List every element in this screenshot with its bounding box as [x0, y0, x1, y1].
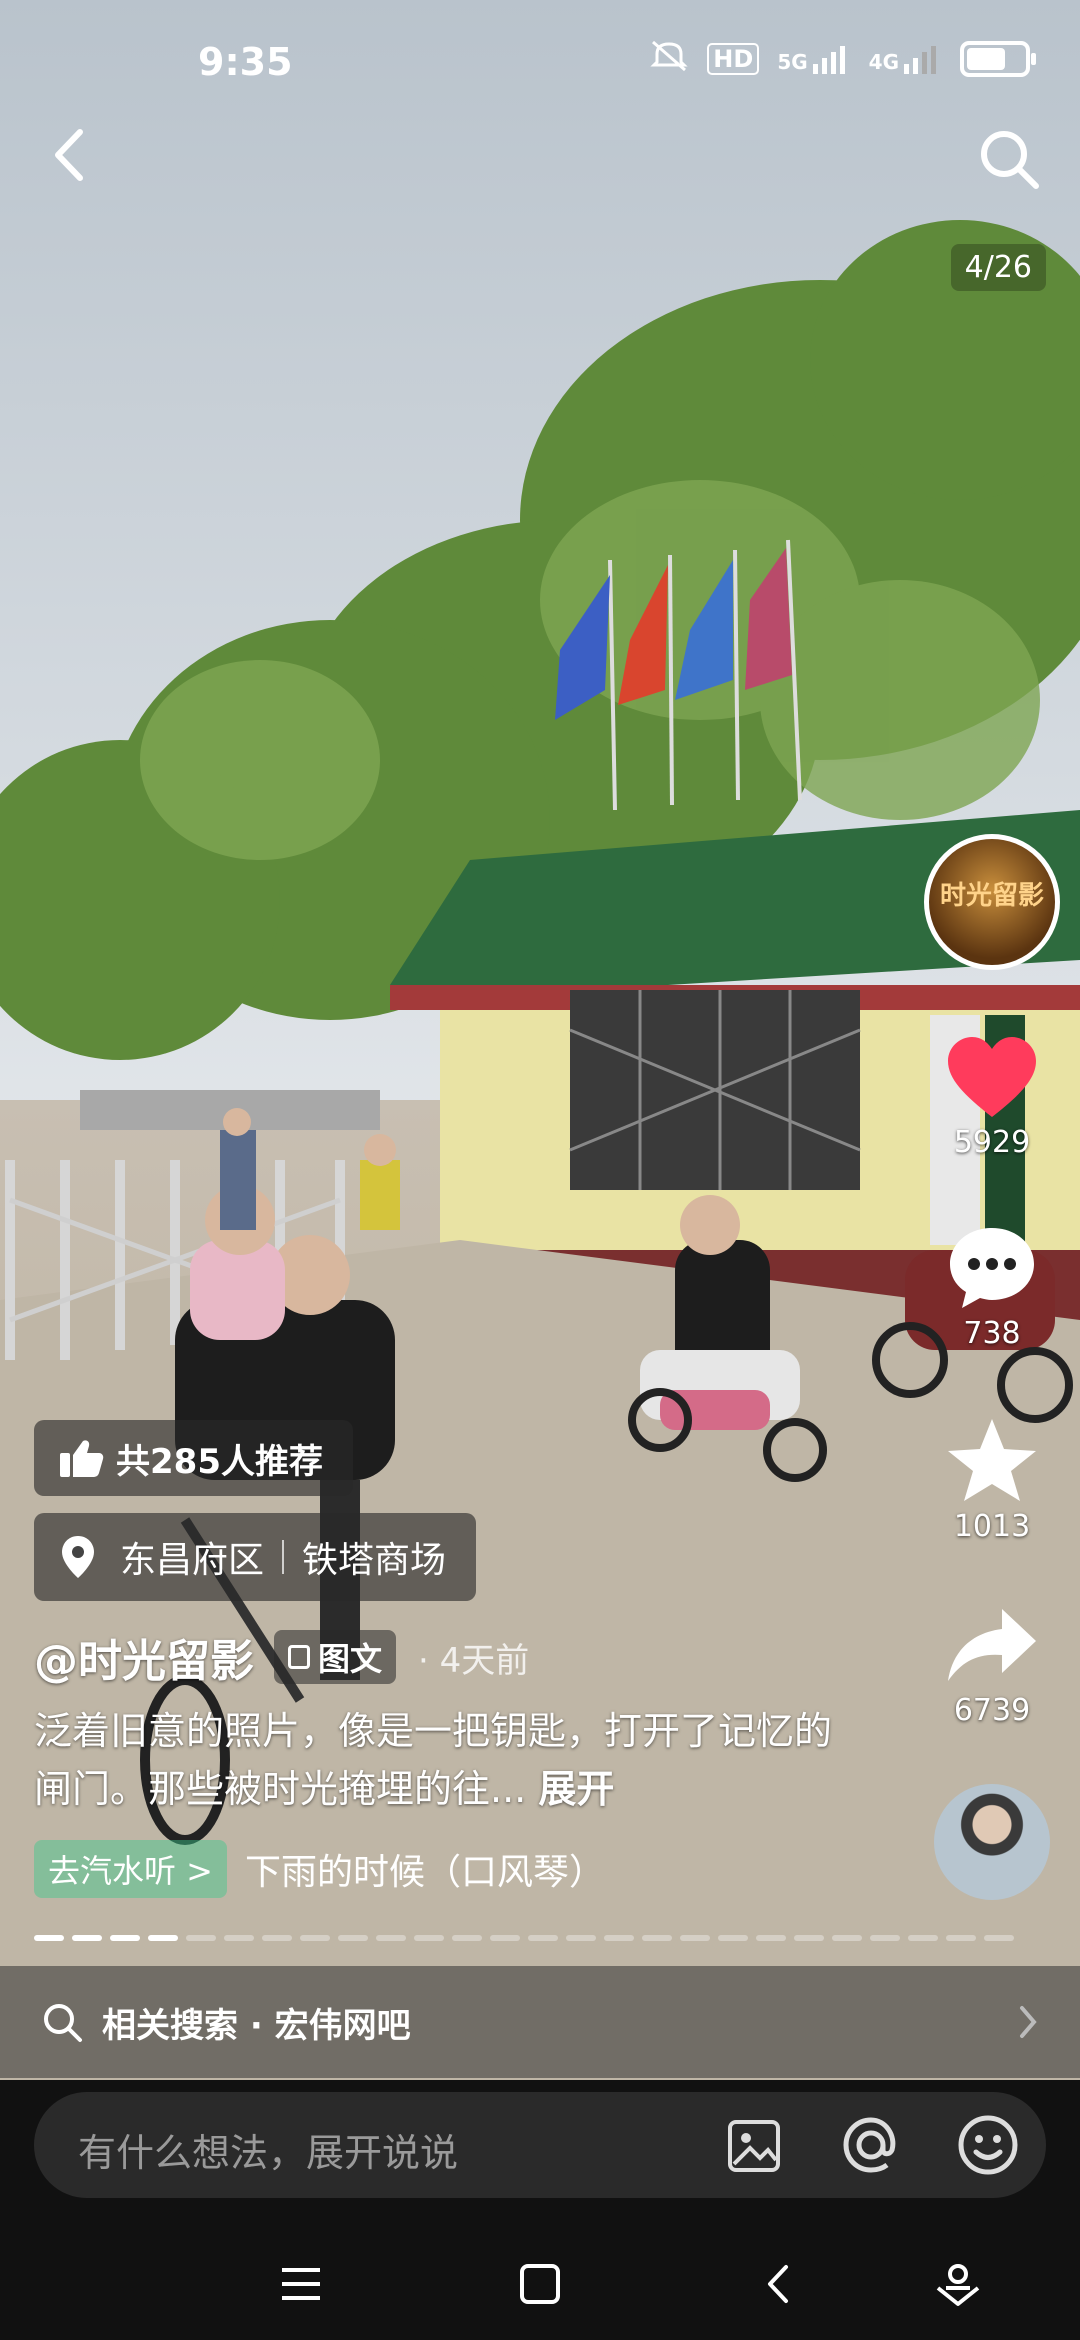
thumbs-up-icon — [60, 1440, 104, 1477]
emoji-icon[interactable] — [956, 2113, 1020, 2177]
related-search-bar[interactable]: 相关搜索 · 宏伟网吧 — [0, 1966, 1080, 2078]
author-name[interactable]: @时光留影 — [34, 1625, 254, 1689]
home-icon[interactable] — [515, 2259, 565, 2309]
pagination-dot — [452, 1935, 482, 1941]
signal-4g: 4G — [869, 44, 942, 74]
post-time: · 4天前 — [418, 1640, 530, 1681]
comment-input-placeholder: 有什么想法，展开说说 — [78, 2131, 459, 2175]
signal-5g: 5G — [777, 44, 850, 74]
heart-icon — [948, 1037, 1036, 1117]
expand-button[interactable]: 展开 — [538, 1767, 614, 1811]
music-row: 去汽水听 > 下雨的时候（口风琴） — [34, 1840, 605, 1898]
like-button[interactable]: 5929 — [922, 1035, 1062, 1160]
status-bar: 9:35 HD 5G 4G — [0, 0, 1080, 120]
related-search-text: 相关搜索 · 宏伟网吧 — [102, 2005, 411, 2046]
mute-icon — [649, 38, 689, 80]
page-counter: 4/26 — [950, 244, 1046, 291]
music-avatar[interactable] — [934, 1784, 1050, 1900]
pagination-dot — [604, 1935, 634, 1941]
back-button[interactable] — [40, 120, 100, 190]
battery-icon — [960, 41, 1036, 77]
favorite-count: 1013 — [953, 1509, 1031, 1544]
pagination-dot — [566, 1935, 596, 1941]
share-count: 6739 — [953, 1693, 1031, 1728]
share-button[interactable]: 6739 — [922, 1603, 1062, 1728]
chevron-right-icon — [1020, 2006, 1037, 2038]
system-nav-bar — [0, 2230, 1080, 2340]
hd-badge: HD — [707, 43, 760, 75]
location-place: 铁塔商场 — [302, 1540, 447, 1581]
like-count: 5929 — [953, 1125, 1031, 1160]
pagination-dot — [528, 1935, 558, 1941]
pagination-dot — [262, 1935, 292, 1941]
pagination-dot — [110, 1935, 140, 1941]
pagination-dot — [680, 1935, 710, 1941]
pagination-dot — [72, 1935, 102, 1941]
status-time: 9:35 — [198, 40, 293, 84]
pagination-dot — [186, 1935, 216, 1941]
pagination-dot — [832, 1935, 862, 1941]
pagination-dot — [376, 1935, 406, 1941]
pagination-dot — [642, 1935, 672, 1941]
image-pagination-dots — [34, 1935, 1014, 1941]
share-icon — [948, 1609, 1036, 1681]
pagination-dot — [338, 1935, 368, 1941]
comment-icon — [950, 1228, 1034, 1308]
music-title[interactable]: 下雨的时候（口风琴） — [245, 1843, 605, 1895]
favorite-button[interactable]: 1013 — [922, 1415, 1062, 1544]
pagination-dot — [300, 1935, 330, 1941]
status-icons: HD 5G 4G — [649, 38, 1036, 80]
pagination-dot — [34, 1935, 64, 1941]
post-type-label: 图文 — [318, 1640, 383, 1678]
chevron-left-icon — [55, 129, 83, 181]
location-tag[interactable]: 东昌府区 铁塔商场 — [34, 1513, 477, 1601]
search-icon — [981, 131, 1039, 189]
location-district: 东昌府区 — [120, 1540, 265, 1581]
description-text: 泛着旧意的照片，像是一把钥匙，打开了记忆的闸门。那些被时光掩埋的往... — [34, 1709, 833, 1811]
author-avatar[interactable]: 时光留影 — [924, 834, 1060, 970]
post-description[interactable]: 泛着旧意的照片，像是一把钥匙，打开了记忆的闸门。那些被时光掩埋的往... 展开 — [34, 1702, 834, 1818]
pagination-dot — [756, 1935, 786, 1941]
image-icon[interactable] — [724, 2116, 784, 2176]
comment-button[interactable]: 738 — [922, 1222, 1062, 1351]
pagination-dot — [224, 1935, 254, 1941]
pagination-dot — [414, 1935, 444, 1941]
menu-icon[interactable] — [276, 2262, 326, 2306]
assistant-icon[interactable] — [932, 2258, 984, 2310]
pagination-dot — [794, 1935, 824, 1941]
comment-count: 738 — [963, 1316, 1021, 1351]
location-pin-icon — [62, 1536, 94, 1578]
pagination-dot — [946, 1935, 976, 1941]
author-avatar-text: 时光留影 — [939, 881, 1044, 911]
search-button[interactable] — [970, 120, 1050, 200]
image-text-icon — [288, 1645, 310, 1669]
recommend-badge[interactable]: 共285人推荐 — [34, 1420, 353, 1496]
mention-icon[interactable] — [840, 2114, 902, 2176]
open-music-app-button[interactable]: 去汽水听 > — [34, 1840, 227, 1898]
back-nav-icon[interactable] — [758, 2259, 798, 2309]
comment-input[interactable]: 有什么想法，展开说说 — [34, 2092, 1046, 2198]
star-icon — [948, 1419, 1036, 1501]
location-separator — [282, 1540, 285, 1574]
recommend-text: 共285人推荐 — [116, 1441, 323, 1482]
pagination-dot — [148, 1935, 178, 1941]
pagination-dot — [490, 1935, 520, 1941]
pagination-dot — [984, 1935, 1014, 1941]
pagination-dot — [718, 1935, 748, 1941]
author-row: @时光留影 图文 · 4天前 — [34, 1625, 529, 1689]
pagination-dot — [908, 1935, 938, 1941]
search-icon — [44, 2004, 82, 2042]
post-type-tag: 图文 — [274, 1630, 397, 1684]
pagination-dot — [870, 1935, 900, 1941]
